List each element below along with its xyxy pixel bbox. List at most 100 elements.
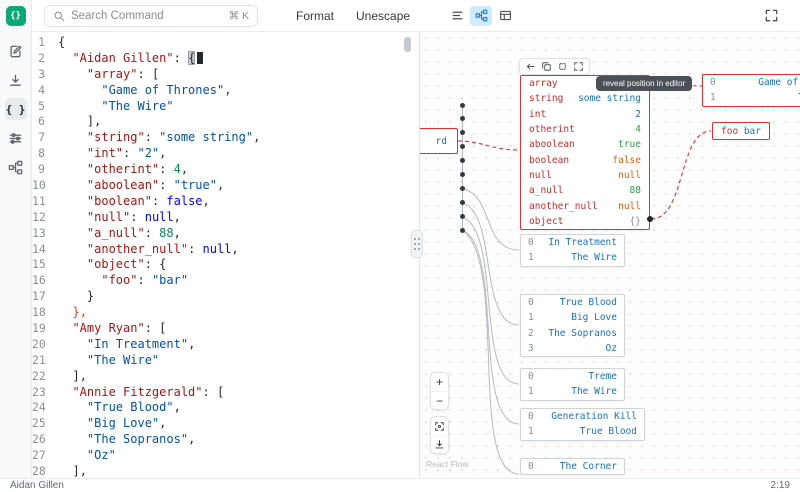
reveal-in-editor-button[interactable] [523,60,538,74]
line-text: "aboolean": "true", [58,178,224,194]
graph-nodes-button[interactable] [5,156,27,178]
flow-view-button[interactable] [470,6,492,26]
array-row: 0In Treatment [521,235,624,250]
line-text: "The Sopranos", [58,432,195,448]
node-key: boolean [529,155,569,166]
node-row-string[interactable]: string some string [521,91,649,106]
node-key: object [529,216,563,227]
line-text: "Aidan Gillen": { [58,51,203,67]
node-row-aboolean[interactable]: abooleantrue [521,137,649,152]
editor-scrollbar-thumb[interactable] [404,37,411,52]
line-number: 27 [32,448,58,464]
expand-node-button[interactable] [571,60,586,74]
search-command-input[interactable]: Search Command ⌘ K [44,5,258,27]
copy-node-button[interactable] [539,60,554,74]
list-view-button[interactable] [446,6,468,26]
editor-line[interactable]: 13 "a_null": 88, [32,226,415,242]
node-key: string [529,93,563,104]
node-row-otherint[interactable]: otherint4 [521,122,649,137]
node-value: some string [578,93,641,104]
transform-button[interactable] [5,127,27,149]
editor-line[interactable]: 21 "The Wire" [32,353,415,369]
node-row-object[interactable]: object{} [521,214,649,229]
editor-line[interactable]: 16 "foo": "bar" [32,273,415,289]
array-node-amy-ryan[interactable]: 0In Treatment1The Wire [520,234,625,267]
array-node-aidan-array[interactable]: 0Game of Thrones1The Wire [702,74,800,107]
fullscreen-button[interactable] [760,5,782,27]
download-image-button[interactable] [431,435,448,453]
fit-view-button[interactable] [431,417,448,435]
editor-line[interactable]: 18 }, [32,305,415,321]
app-logo[interactable]: {} [6,6,26,26]
line-text: ], [58,464,87,478]
line-number: 13 [32,226,58,242]
react-flow-attribution: React Flow [426,459,469,469]
editor-line[interactable]: 19 "Amy Ryan": [ [32,321,415,337]
line-number: 28 [32,464,58,478]
array-row: 0Generation Kill [521,409,644,424]
array-node-alexander-skarsgard[interactable]: 0Generation Kill1True Blood [520,408,645,441]
line-text: "Big Love", [58,416,166,432]
node-row-another_null[interactable]: another_nullnull [521,198,649,213]
node-row-null[interactable]: nullnull [521,168,649,183]
zoom-out-button[interactable]: − [431,391,448,409]
graph-canvas[interactable]: rd array[]stringsome stringint2otherint4… [420,32,800,478]
line-text: "The Wire" [58,99,174,115]
line-number: 5 [32,99,58,115]
line-number: 19 [32,321,58,337]
editor-line[interactable]: 15 "object": { [32,257,415,273]
line-number: 17 [32,289,58,305]
array-node-alice-farmer[interactable]: 0The Corner [520,458,625,475]
editor-line[interactable]: 2 "Aidan Gillen": { [32,51,415,67]
node-value: 88 [630,185,641,196]
line-text: }, [58,305,87,321]
editor-line[interactable]: 27 "Oz" [32,448,415,464]
json-editor-button[interactable]: { } [5,98,27,120]
editor-line[interactable]: 26 "The Sopranos", [32,432,415,448]
editor-line[interactable]: 11 "boolean": false, [32,194,415,210]
array-node-anwan-glover[interactable]: 0Treme1The Wire [520,368,625,401]
line-text: ], [58,369,87,385]
node-row-boolean[interactable]: booleanfalse [521,152,649,167]
editor-line[interactable]: 20 "In Treatment", [32,337,415,353]
json-editor[interactable]: 1{2 "Aidan Gillen": {3 "array": [4 "Game… [32,32,415,478]
line-number: 11 [32,194,58,210]
selected-object-node[interactable]: array[]stringsome stringint2otherint4abo… [520,75,650,230]
editor-line[interactable]: 28 ], [32,464,415,478]
unescape-button[interactable]: Unescape [350,5,416,27]
edit-document-button[interactable] [5,40,27,62]
edge-amy [462,189,519,250]
parent-node-clipped[interactable]: rd [420,128,458,154]
editor-line[interactable]: 7 "string": "some string", [32,130,415,146]
editor-line[interactable]: 4 "Game of Thrones", [32,83,415,99]
object-node-foo[interactable]: foo bar [712,122,770,140]
editor-line[interactable]: 24 "True Blood", [32,400,415,416]
editor-line[interactable]: 1{ [32,35,415,51]
editor-line[interactable]: 14 "another_null": null, [32,242,415,258]
editor-line[interactable]: 3 "array": [ [32,67,415,83]
editor-line[interactable]: 25 "Big Love", [32,416,415,432]
editor-line[interactable]: 23 "Annie Fitzgerald": [ [32,385,415,401]
port-column-line [462,105,463,230]
line-number: 1 [32,35,58,51]
zoom-in-button[interactable]: + [431,373,448,391]
download-button[interactable] [5,69,27,91]
line-number: 21 [32,353,58,369]
editor-line[interactable]: 12 "null": null, [32,210,415,226]
editor-line[interactable]: 17 } [32,289,415,305]
editor-line[interactable]: 9 "otherint": 4, [32,162,415,178]
format-button[interactable]: Format [290,5,340,27]
resize-grip-icon[interactable] [411,230,423,258]
editor-line[interactable]: 22 ], [32,369,415,385]
table-view-button[interactable] [494,6,516,26]
array-node-annie-fitzgerald[interactable]: 0True Blood1Big Love2The Sopranos3Oz [520,294,625,357]
download-icon [434,439,445,450]
node-row-a_null[interactable]: a_null88 [521,183,649,198]
editor-line[interactable]: 8 "int": "2", [32,146,415,162]
editor-line[interactable]: 5 "The Wire" [32,99,415,115]
line-number: 15 [32,257,58,273]
editor-line[interactable]: 6 ], [32,114,415,130]
focus-node-button[interactable] [555,60,570,74]
node-row-int[interactable]: int2 [521,107,649,122]
editor-line[interactable]: 10 "aboolean": "true", [32,178,415,194]
